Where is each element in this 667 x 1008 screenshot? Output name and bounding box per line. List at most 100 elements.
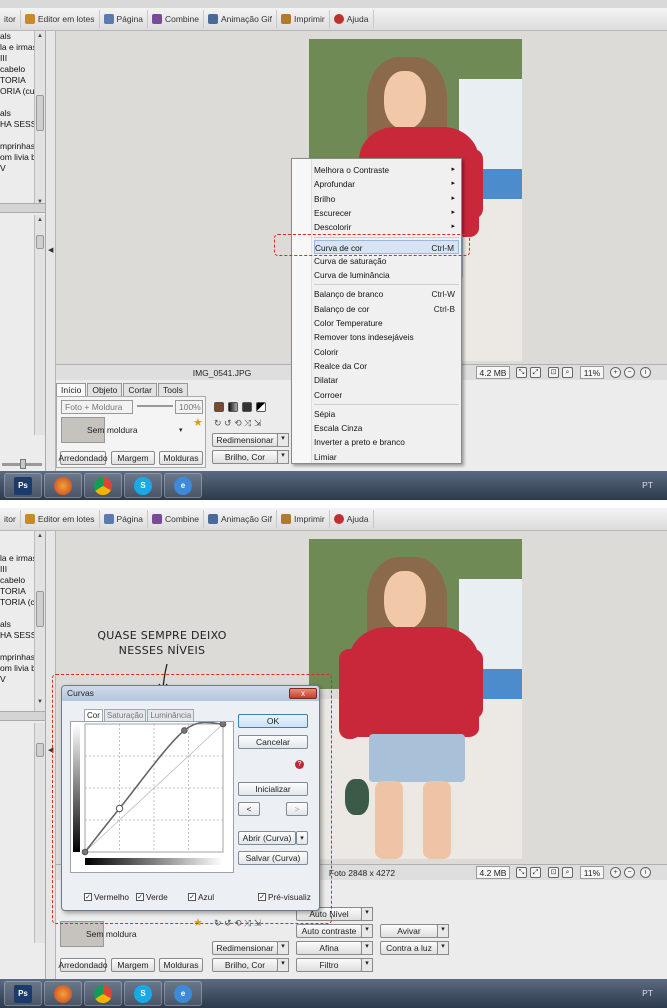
rounded-button[interactable]: Arredondado	[58, 451, 108, 465]
preview-scrollbar[interactable]: ▲	[34, 215, 45, 435]
menu-item[interactable]: Color Temperature	[314, 316, 459, 330]
scroll-up-icon[interactable]: ▲	[37, 33, 43, 39]
frame-percent-field[interactable]: 100%	[175, 400, 203, 414]
menu-item[interactable]: Escurecer ▸	[314, 206, 459, 220]
folder-item[interactable]: TORIA (cu	[0, 597, 36, 608]
scroll-up-icon[interactable]: ▲	[37, 533, 43, 539]
collapse-arrow-icon[interactable]: ◀	[48, 246, 53, 254]
rotate-tools-icon[interactable]: ↻ ↺ ⟲ ⤨ ⇲	[214, 418, 261, 429]
zoom-out-icon[interactable]: −	[624, 367, 635, 378]
tab-saturacao[interactable]: Saturação	[103, 709, 147, 721]
folder-item[interactable]: V	[0, 674, 36, 685]
menu-item[interactable]: Remover tons indesejáveis	[314, 330, 459, 344]
zoom-fit-icon[interactable]: ⊡	[548, 367, 559, 378]
tab-tools[interactable]: Tools	[158, 383, 188, 396]
resize-button[interactable]: Redimensionar	[212, 941, 289, 955]
scroll-thumb[interactable]	[36, 235, 44, 249]
folder-scrollbar[interactable]: ▲ ▼	[34, 31, 45, 211]
toolbar-gif-animation[interactable]: Animação Gif	[204, 10, 278, 28]
frame-opacity-slider[interactable]	[137, 405, 173, 407]
frame-type-field[interactable]: Foto + Moldura	[61, 400, 133, 414]
folder-item[interactable]: als	[0, 108, 36, 119]
scroll-up-icon[interactable]: ▲	[37, 217, 43, 223]
actual-size-icon[interactable]: ⤢	[530, 867, 541, 878]
folder-item[interactable]: cabelo	[0, 575, 36, 586]
filter-button[interactable]: Filtro	[296, 958, 373, 972]
tone-contrast-icon[interactable]	[256, 402, 266, 412]
menu-item[interactable]: Aprofundar ▸	[314, 177, 459, 191]
folder-item[interactable]: mprinhas	[0, 141, 36, 152]
red-channel-checkbox[interactable]: ✓ Vermelho	[84, 892, 129, 902]
menu-item[interactable]: Inverter a preto e branco	[314, 435, 459, 449]
previous-button[interactable]: <	[238, 802, 260, 816]
folder-item[interactable]: la e irmas	[0, 553, 36, 564]
folder-item[interactable]	[0, 641, 36, 652]
folder-item[interactable]: mprinhas	[0, 652, 36, 663]
scroll-thumb[interactable]	[36, 591, 44, 627]
language-indicator[interactable]: PT	[642, 480, 653, 490]
chevron-down-icon[interactable]: ▾	[179, 426, 183, 434]
folder-item[interactable]: ORIA (cu	[0, 86, 36, 97]
reset-button[interactable]: Inicializar	[238, 782, 308, 796]
folder-item[interactable]	[0, 608, 36, 619]
folder-item[interactable]: als	[0, 619, 36, 630]
checkbox-icon[interactable]: ✓	[84, 893, 92, 901]
zoom-in-icon[interactable]: +	[610, 367, 621, 378]
open-curve-button[interactable]: Abrir (Curva)	[238, 831, 296, 845]
tab-luminancia[interactable]: Luminância	[147, 709, 195, 721]
resize-button[interactable]: Redimensionar	[212, 433, 289, 447]
tone-gradient-icon[interactable]	[228, 402, 238, 412]
toolbar-combine[interactable]: Combine	[148, 510, 205, 528]
toolbar-batch-editor[interactable]: Editor em lotes	[21, 510, 100, 528]
toolbar-gif-animation[interactable]: Animação Gif	[204, 510, 278, 528]
zoom-in-icon[interactable]: +	[610, 867, 621, 878]
close-button[interactable]: x	[289, 688, 317, 699]
taskbar-photoshop[interactable]: Ps	[4, 981, 42, 1006]
menu-item[interactable]: Descolorir ▸	[314, 220, 459, 234]
actual-size-icon[interactable]: ⤢	[530, 367, 541, 378]
save-curve-button[interactable]: Salvar (Curva)	[238, 851, 308, 865]
menu-item[interactable]: Realce da Cor	[314, 359, 459, 373]
tone-dark-icon[interactable]	[242, 402, 252, 412]
preview-scrollbar[interactable]	[34, 723, 45, 943]
menu-item[interactable]: Balanço de cor Ctrl-B	[314, 302, 459, 316]
toolbar-print[interactable]: Imprimir	[277, 510, 330, 528]
scroll-thumb[interactable]	[36, 743, 44, 757]
curve-control-point[interactable]	[219, 720, 227, 728]
blue-channel-checkbox[interactable]: ✓ Azul	[188, 892, 214, 902]
menu-item[interactable]: Dilatar	[314, 373, 459, 387]
menu-item[interactable]: Melhora o Contraste ▸	[314, 163, 459, 177]
taskbar-photoshop[interactable]: Ps	[4, 473, 42, 498]
sidebar-splitter[interactable]: ◀	[46, 31, 56, 471]
slider-knob[interactable]	[20, 459, 26, 469]
menu-item[interactable]: Corroer	[314, 388, 459, 402]
menu-item[interactable]: Brilho ▸	[314, 192, 459, 206]
curve-control-point[interactable]	[115, 804, 124, 813]
margin-button[interactable]: Margem	[111, 451, 155, 465]
tab-objeto[interactable]: Objeto	[87, 383, 123, 396]
cancel-button[interactable]: Cancelar	[238, 735, 308, 749]
rounded-button[interactable]: Arredondado	[58, 958, 108, 972]
tone-brown-icon[interactable]	[214, 402, 224, 412]
enliven-button[interactable]: Avivar	[380, 924, 449, 938]
chevron-down-icon[interactable]: ▾	[296, 831, 308, 845]
curve-control-point[interactable]	[181, 727, 188, 734]
fit-icon[interactable]: ⤡	[516, 367, 527, 378]
checkbox-icon[interactable]: ✓	[136, 893, 144, 901]
tab-cortar[interactable]: Cortar	[123, 383, 157, 396]
help-icon[interactable]: ?	[295, 760, 304, 769]
folder-item[interactable]	[0, 97, 36, 108]
folder-item[interactable]: om livia br	[0, 663, 36, 674]
folder-item[interactable]: III	[0, 53, 36, 64]
folder-item[interactable]: la e irmas	[0, 42, 36, 53]
folder-item[interactable]: cabelo	[0, 64, 36, 75]
folder-item[interactable]: TORIA	[0, 75, 36, 86]
menu-item[interactable]: Sépia	[314, 407, 459, 421]
tab-cor[interactable]: Cor	[84, 709, 103, 721]
ok-button[interactable]: OK	[238, 714, 308, 728]
toolbar-help[interactable]: Ajuda	[330, 10, 374, 28]
frames-button[interactable]: Molduras	[159, 451, 203, 465]
brightness-color-button[interactable]: Brilho, Cor	[212, 958, 289, 972]
sidebar-divider[interactable]	[0, 203, 45, 213]
folder-item[interactable]: als	[0, 31, 36, 42]
